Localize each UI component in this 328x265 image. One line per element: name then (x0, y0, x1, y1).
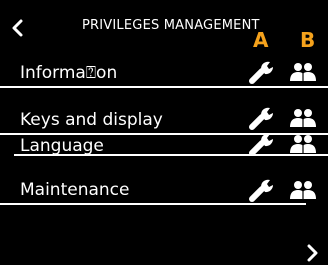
people-icon[interactable] (289, 107, 317, 129)
column-a-label: A (253, 28, 269, 52)
column-b-label: B (300, 28, 316, 52)
row-label-language: Language (20, 136, 104, 156)
people-icon[interactable] (289, 133, 317, 155)
row-label-information: Informa⍰on (20, 63, 118, 83)
people-icon[interactable] (289, 179, 317, 201)
chevron-right-icon[interactable] (304, 243, 320, 263)
wrench-icon[interactable] (248, 178, 276, 202)
row-divider (0, 203, 306, 205)
list-item[interactable]: Language (0, 130, 328, 168)
chevron-left-icon[interactable] (10, 18, 26, 38)
wrench-icon[interactable] (248, 106, 276, 130)
privileges-screen: PRIVILEGES MANAGEMENT A B Informa⍰on Key… (0, 0, 328, 265)
list-item[interactable]: Informa⍰on (0, 54, 328, 92)
row-label-keys-and-display: Keys and display (20, 110, 163, 130)
page-title: PRIVILEGES MANAGEMENT (82, 18, 260, 33)
row-divider (0, 86, 328, 88)
list-item[interactable]: Keys and display (0, 96, 328, 135)
list-item[interactable]: Maintenance (0, 179, 328, 236)
wrench-icon[interactable] (248, 60, 276, 84)
row-divider (14, 154, 328, 156)
row-label-maintenance: Maintenance (20, 180, 130, 200)
people-icon[interactable] (289, 61, 317, 83)
wrench-icon[interactable] (248, 132, 276, 156)
